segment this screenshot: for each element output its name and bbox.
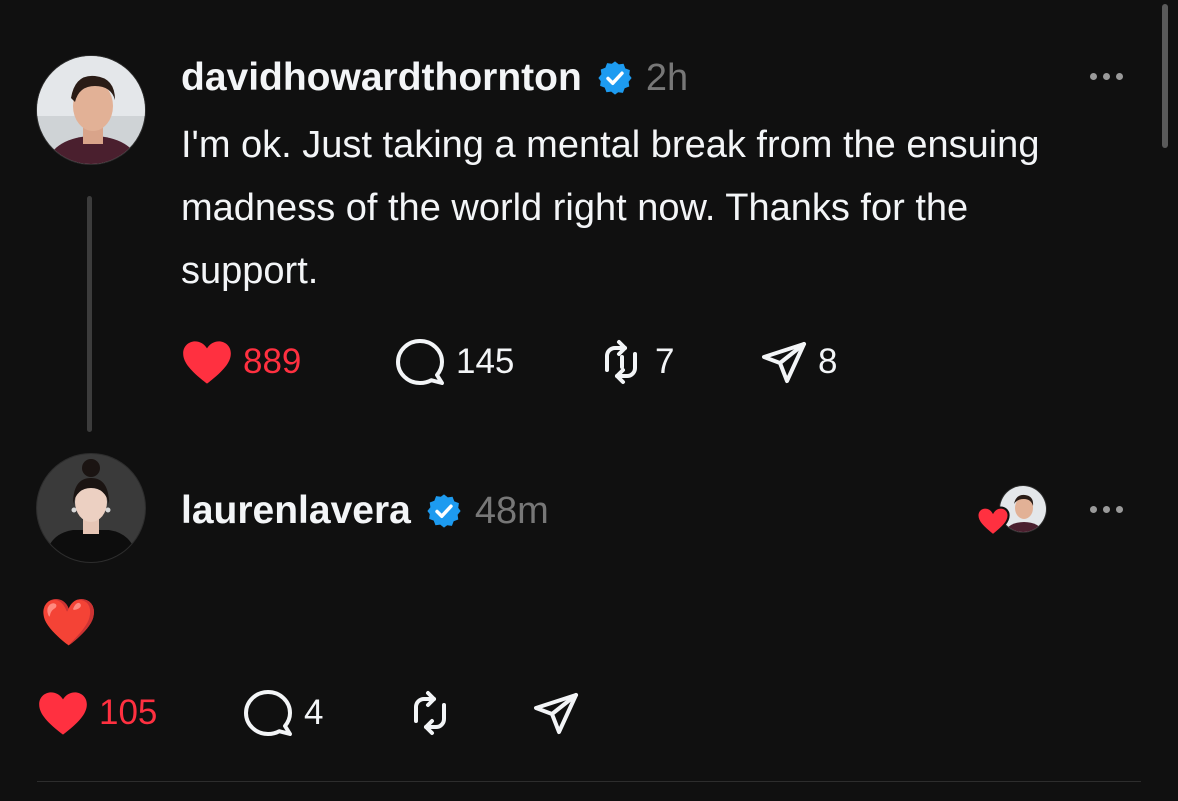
post-username[interactable]: davidhowardthornton bbox=[181, 56, 582, 100]
post-header: davidhowardthornton 2h bbox=[181, 54, 688, 102]
like-count: 889 bbox=[243, 342, 302, 381]
avatar-davidhowardthornton[interactable] bbox=[37, 56, 145, 164]
divider bbox=[37, 781, 1141, 782]
reply-button[interactable]: 4 bbox=[242, 688, 323, 738]
avatar-photo bbox=[37, 56, 145, 164]
repost-count: 7 bbox=[655, 342, 675, 381]
avatar-laurenlavera[interactable] bbox=[37, 454, 145, 562]
repost-icon bbox=[605, 340, 637, 384]
verified-badge-icon bbox=[427, 494, 461, 528]
share-button[interactable] bbox=[532, 688, 580, 738]
reply-header: laurenlavera 48m bbox=[181, 487, 549, 535]
like-button[interactable]: 889 bbox=[181, 337, 301, 387]
thread-line bbox=[87, 196, 92, 432]
avatar-photo bbox=[37, 454, 145, 562]
share-button[interactable]: 8 bbox=[760, 337, 837, 387]
repost-button[interactable] bbox=[406, 688, 454, 738]
reply-time: 48m bbox=[474, 489, 549, 532]
repost-button[interactable]: 7 bbox=[597, 337, 674, 387]
repost-icon bbox=[414, 691, 446, 735]
share-icon bbox=[762, 342, 806, 383]
heart-icon bbox=[39, 692, 87, 735]
post-text: I'm ok. Just taking a mental break from … bbox=[181, 124, 1040, 292]
reply-count: 145 bbox=[456, 342, 515, 381]
like-button[interactable]: 105 bbox=[37, 688, 157, 738]
like-count: 105 bbox=[99, 693, 158, 732]
share-icon bbox=[534, 693, 578, 734]
post-time: 2h bbox=[645, 56, 689, 99]
scrollbar[interactable] bbox=[1162, 4, 1168, 148]
reply-text: ❤️ bbox=[40, 596, 98, 648]
heart-icon bbox=[976, 506, 1010, 536]
reply-button[interactable]: 145 bbox=[394, 337, 514, 387]
reply-username[interactable]: laurenlavera bbox=[181, 489, 411, 533]
heart-icon bbox=[183, 341, 231, 384]
reply-count: 4 bbox=[304, 693, 324, 732]
more-options-icon[interactable] bbox=[1090, 506, 1123, 513]
verified-badge-icon bbox=[598, 61, 632, 95]
comment-icon bbox=[396, 339, 444, 385]
more-options-icon[interactable] bbox=[1090, 73, 1123, 80]
share-count: 8 bbox=[818, 342, 838, 381]
comment-icon bbox=[244, 690, 292, 736]
